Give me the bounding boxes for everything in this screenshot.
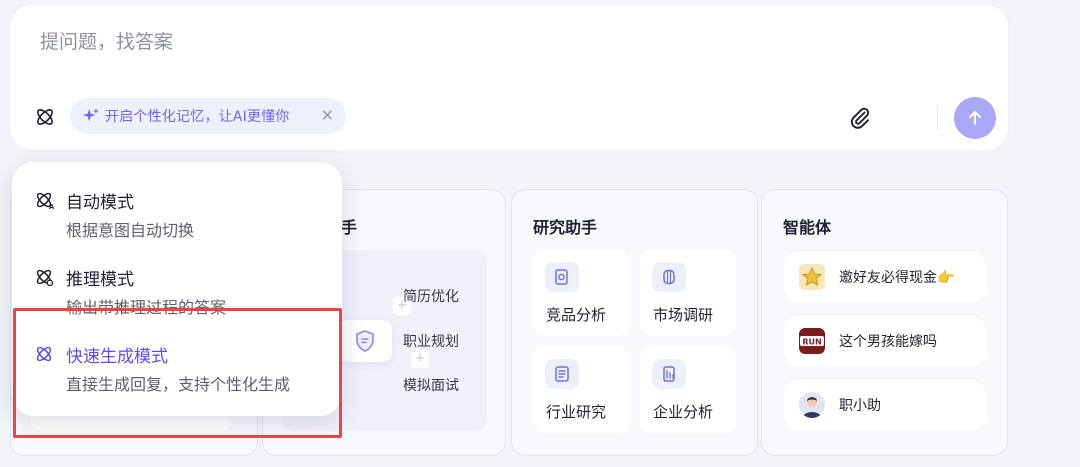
toolbar-divider — [937, 106, 938, 130]
run-avatar-icon: RUN — [799, 328, 825, 354]
research-assistant-card: 研究助手 竞品分析 市场调研 行业研究 企业分析 — [511, 189, 758, 456]
svg-text:RUN: RUN — [802, 338, 821, 347]
tile-label: 行业研究 — [546, 403, 607, 421]
research-tile-industry[interactable]: 行业研究 — [533, 346, 629, 433]
close-icon[interactable]: × — [321, 106, 334, 124]
resume-item[interactable]: 简历优化 — [403, 286, 459, 306]
paperclip-icon[interactable] — [848, 106, 872, 130]
mode-desc: 根据意图自动切换 — [66, 221, 195, 240]
fast-mode-icon — [36, 346, 52, 362]
resume-item[interactable]: 模拟面试 — [403, 375, 459, 395]
auto-mode-icon: A — [36, 192, 54, 210]
shield-icon — [338, 320, 392, 362]
agent-label: 职小助 — [839, 398, 881, 414]
agent-item-invite[interactable]: 邀好友必得现金👉 — [783, 252, 987, 302]
arrow-up-icon — [969, 111, 981, 125]
agents-card: 智能体 邀好友必得现金👉 RUN 这个男孩能嫁吗 职小助 — [761, 189, 1008, 456]
mode-title: 自动模式 — [66, 193, 134, 213]
send-button[interactable] — [954, 97, 996, 139]
document-search-icon — [545, 262, 579, 292]
atom-mode-icon[interactable] — [34, 106, 56, 128]
memory-chip-label: 开启个性化记忆，让AI更懂你 — [105, 109, 290, 125]
chat-input-card: 提问题，找答案 开启个性化记忆，让AI更懂你 × — [10, 5, 1008, 150]
mode-dropdown-menu: A 自动模式 根据意图自动切换 推理模式 输出带推理过程的答案 快速生成模式 直… — [12, 162, 342, 416]
svg-text:A: A — [49, 203, 54, 210]
personal-memory-chip[interactable]: 开启个性化记忆，让AI更懂你 × — [70, 98, 346, 134]
building-report-icon — [652, 359, 686, 389]
reasoning-mode-icon — [36, 269, 54, 287]
tile-label: 企业分析 — [653, 403, 714, 421]
question-input[interactable]: 提问题，找答案 — [40, 27, 173, 54]
report-icon — [545, 359, 579, 389]
card-title: 手 — [341, 218, 358, 237]
research-tile-enterprise[interactable]: 企业分析 — [640, 346, 736, 433]
card-title: 智能体 — [783, 218, 832, 237]
agent-label: 邀好友必得现金👉 — [839, 270, 955, 286]
agent-item-assistant[interactable]: 职小助 — [783, 380, 987, 430]
research-tile-competitor[interactable]: 竞品分析 — [533, 249, 629, 336]
research-tile-market[interactable]: 市场调研 — [640, 249, 736, 336]
mode-title: 推理模式 — [66, 270, 134, 290]
sparkle-icon — [82, 108, 99, 122]
assistant-avatar-icon — [799, 392, 825, 418]
agent-label: 这个男孩能嫁吗 — [839, 334, 937, 350]
resume-item[interactable]: 职业规划 — [403, 331, 459, 351]
tile-label: 竞品分析 — [546, 306, 607, 324]
mode-desc: 直接生成回复，支持个性化生成 — [66, 375, 291, 394]
mode-title: 快速生成模式 — [66, 347, 168, 367]
tile-label: 市场调研 — [653, 306, 714, 324]
agent-item-boy[interactable]: RUN 这个男孩能嫁吗 — [783, 316, 987, 366]
cylinder-icon — [652, 262, 686, 292]
mode-desc: 输出带推理过程的答案 — [66, 298, 227, 317]
plus-decoration: + — [411, 350, 429, 368]
star-badge-icon — [799, 264, 825, 290]
card-title: 研究助手 — [533, 218, 598, 237]
